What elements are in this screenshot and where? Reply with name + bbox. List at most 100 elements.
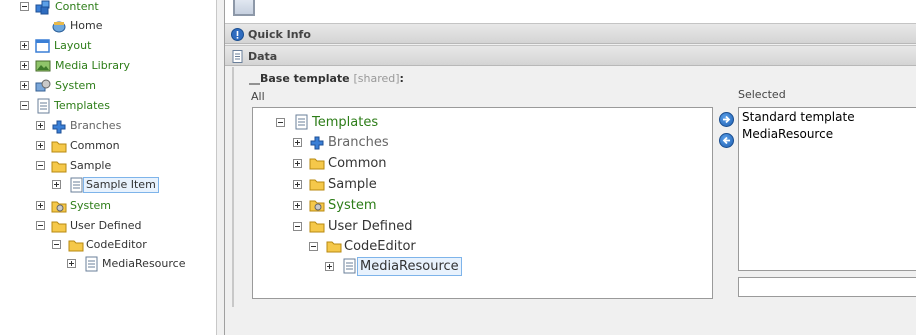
content-tree: Content Home Layout Media Library System xyxy=(0,0,216,335)
layout-window-icon xyxy=(35,38,51,54)
folder-icon xyxy=(51,218,67,234)
tree-node-mediaresource[interactable]: MediaResource xyxy=(0,255,210,273)
caption-all: All xyxy=(251,90,265,103)
tree-label: Layout xyxy=(54,39,92,52)
folder-icon xyxy=(309,155,325,171)
folder-icon xyxy=(51,158,67,174)
expand-toggle[interactable] xyxy=(67,259,76,268)
branch-puzzle-icon xyxy=(309,134,325,150)
folder-icon xyxy=(68,237,84,253)
selected-templates-list[interactable]: Standard template MediaResource xyxy=(738,107,916,271)
expand-toggle[interactable] xyxy=(20,81,29,90)
template-doc-icon xyxy=(35,98,51,114)
tree-node-mediaresource[interactable]: MediaResource xyxy=(253,256,693,277)
tree-node-media-library[interactable]: Media Library xyxy=(0,57,210,75)
expand-toggle[interactable] xyxy=(293,180,302,189)
collapse-toggle[interactable] xyxy=(276,118,285,127)
tree-node-codeeditor[interactable]: CodeEditor xyxy=(0,236,210,254)
branch-puzzle-icon xyxy=(51,118,67,134)
tree-node-codeeditor[interactable]: CodeEditor xyxy=(253,236,693,257)
selected-item[interactable]: Standard template xyxy=(742,110,855,124)
tree-node-user-defined[interactable]: User Defined xyxy=(253,216,693,237)
collapse-toggle[interactable] xyxy=(52,240,61,249)
home-page-icon xyxy=(51,18,67,34)
tree-label: System xyxy=(55,79,97,92)
expand-toggle[interactable] xyxy=(20,61,29,70)
media-picture-icon xyxy=(35,58,51,74)
folder-icon xyxy=(309,218,325,234)
tree-node-system-templates[interactable]: System xyxy=(0,197,210,215)
expand-toggle[interactable] xyxy=(20,41,29,50)
tree-label: Content xyxy=(55,0,99,13)
template-doc-icon xyxy=(68,177,84,193)
tree-node-templates[interactable]: Templates xyxy=(0,97,210,115)
tree-label: User Defined xyxy=(70,219,142,232)
tree-label: Sample xyxy=(70,159,112,172)
expand-toggle[interactable] xyxy=(293,159,302,168)
tree-node-sample[interactable]: Sample xyxy=(0,157,210,175)
section-quick-info[interactable]: Quick Info xyxy=(225,23,916,44)
template-doc-icon xyxy=(83,256,99,272)
expand-toggle[interactable] xyxy=(293,138,302,147)
collapse-toggle[interactable] xyxy=(309,242,318,251)
arrow-right-icon xyxy=(723,115,731,124)
tree-node-system[interactable]: System xyxy=(253,195,693,216)
add-template-button[interactable] xyxy=(719,112,734,127)
pane-splitter[interactable] xyxy=(216,0,225,335)
info-icon xyxy=(231,27,244,41)
shared-tag: [shared] xyxy=(353,72,400,85)
tree-node-sample[interactable]: Sample xyxy=(253,174,693,195)
field-label-colon: : xyxy=(399,72,404,85)
tree-node-templates[interactable]: Templates xyxy=(253,112,693,133)
arrow-left-icon xyxy=(722,136,730,145)
tree-node-branches[interactable]: Branches xyxy=(0,117,210,135)
tree-node-sample-item[interactable]: Sample Item xyxy=(0,176,210,194)
system-gears-icon xyxy=(35,78,51,94)
collapse-toggle[interactable] xyxy=(36,221,45,230)
remove-template-button[interactable] xyxy=(719,133,734,148)
tree-node-content[interactable]: Content xyxy=(0,0,210,16)
section-data[interactable]: Data xyxy=(225,45,916,66)
tree-node-home[interactable]: Home xyxy=(0,17,210,35)
tree-label: User Defined xyxy=(328,219,413,234)
tree-node-branches[interactable]: Branches xyxy=(253,132,693,153)
collapse-toggle[interactable] xyxy=(20,2,29,11)
folder-icon xyxy=(326,238,342,254)
collapse-toggle[interactable] xyxy=(293,222,302,231)
section-title: Quick Info xyxy=(248,28,311,41)
tree-label: CodeEditor xyxy=(86,238,147,251)
system-folder-icon xyxy=(51,198,67,214)
expand-toggle[interactable] xyxy=(36,121,45,130)
expand-toggle[interactable] xyxy=(293,201,302,210)
expand-toggle[interactable] xyxy=(36,141,45,150)
folder-icon xyxy=(309,176,325,192)
template-path-input[interactable] xyxy=(738,277,916,297)
tree-label: Common xyxy=(70,139,120,152)
collapse-toggle[interactable] xyxy=(20,101,29,110)
tree-label: Media Library xyxy=(55,59,130,72)
caption-selected: Selected xyxy=(738,88,786,101)
template-doc-icon xyxy=(341,258,357,274)
folder-icon xyxy=(51,138,67,154)
selected-item[interactable]: MediaResource xyxy=(742,127,833,141)
tree-label: Sample Item xyxy=(83,177,159,193)
tree-node-common[interactable]: Common xyxy=(0,137,210,155)
tree-label: CodeEditor xyxy=(344,239,416,254)
expand-toggle[interactable] xyxy=(325,262,334,271)
tree-label: Branches xyxy=(328,135,389,150)
tree-label: Templates xyxy=(312,115,379,130)
tree-node-common[interactable]: Common xyxy=(253,153,693,174)
system-folder-icon xyxy=(309,197,325,213)
collapse-toggle[interactable] xyxy=(36,161,45,170)
template-doc-icon xyxy=(293,114,309,130)
tree-node-user-defined[interactable]: User Defined xyxy=(0,217,210,235)
expand-toggle[interactable] xyxy=(52,180,61,189)
tree-label: System xyxy=(328,198,377,213)
field-label-text: __Base template xyxy=(249,72,350,85)
tree-label: Templates xyxy=(54,99,110,112)
expand-toggle[interactable] xyxy=(36,201,45,210)
item-header-icon xyxy=(233,0,255,16)
tree-node-layout[interactable]: Layout xyxy=(0,37,210,55)
tree-node-system[interactable]: System xyxy=(0,77,210,95)
all-templates-tree[interactable]: Templates Branches Common Sample System … xyxy=(252,107,713,299)
